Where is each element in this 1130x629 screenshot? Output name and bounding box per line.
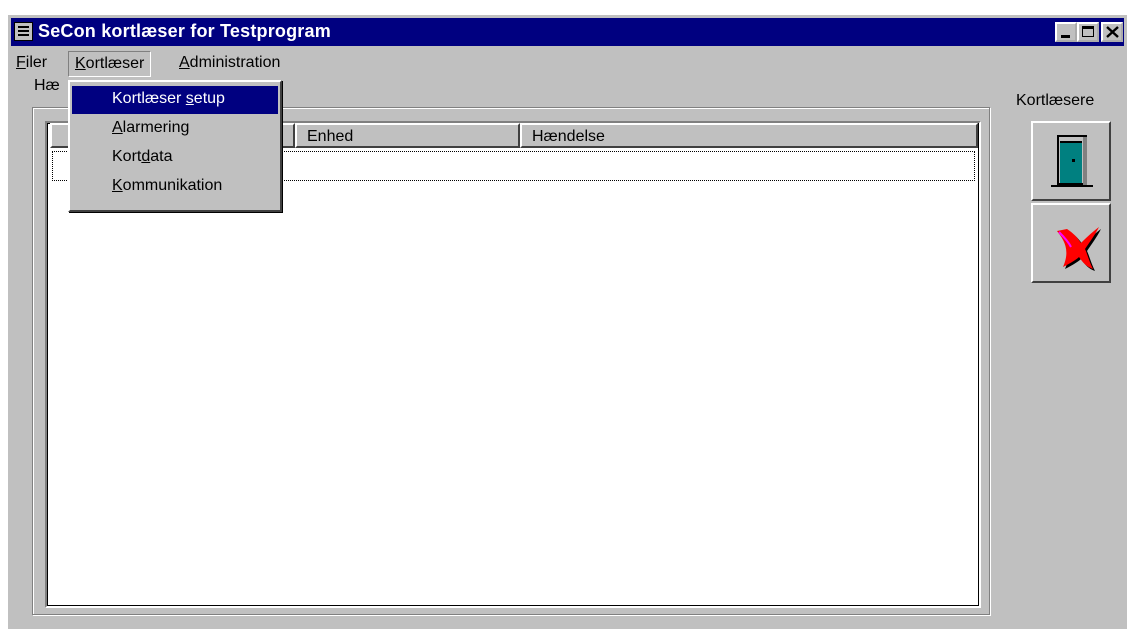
door-button[interactable] (1031, 121, 1111, 201)
menu-bar: Filer Kortlæser Administration (11, 49, 1124, 77)
maximize-button[interactable] (1077, 22, 1099, 42)
close-icon (1106, 26, 1119, 38)
delete-button[interactable] (1031, 203, 1111, 283)
app-icon[interactable] (14, 22, 33, 41)
menu-item-kortlaeser-setup[interactable]: Kortlæser setup (72, 86, 278, 114)
door-icon (1051, 135, 1093, 187)
events-group-label: Hæ (32, 77, 62, 95)
window-title: SeCon kortlæser for Testprogram (38, 21, 331, 41)
menu-item-kortdata[interactable]: Kortdata (72, 144, 278, 172)
column-header-haendelse[interactable]: Hændelse (520, 123, 978, 148)
kortlaeser-dropdown: Kortlæser setup Alarmering Kortdata Komm… (68, 80, 282, 212)
column-header-enhed[interactable]: Enhed (295, 123, 520, 148)
close-button[interactable] (1101, 22, 1123, 42)
menu-administration[interactable]: Administration (173, 51, 286, 77)
title-bar[interactable]: SeCon kortlæser for Testprogram (11, 18, 1124, 46)
menu-item-alarmering[interactable]: Alarmering (72, 115, 278, 143)
menu-filer[interactable]: Filer (10, 51, 53, 77)
minimize-button[interactable] (1055, 22, 1077, 42)
menu-kortlaeser[interactable]: Kortlæser (68, 51, 152, 77)
menu-item-kommunikation[interactable]: Kommunikation (72, 173, 278, 201)
red-x-icon (1057, 227, 1101, 271)
minimize-icon (1061, 35, 1070, 38)
maximize-icon (1082, 26, 1094, 37)
kortlaesere-label: Kortlæsere (1016, 92, 1095, 109)
